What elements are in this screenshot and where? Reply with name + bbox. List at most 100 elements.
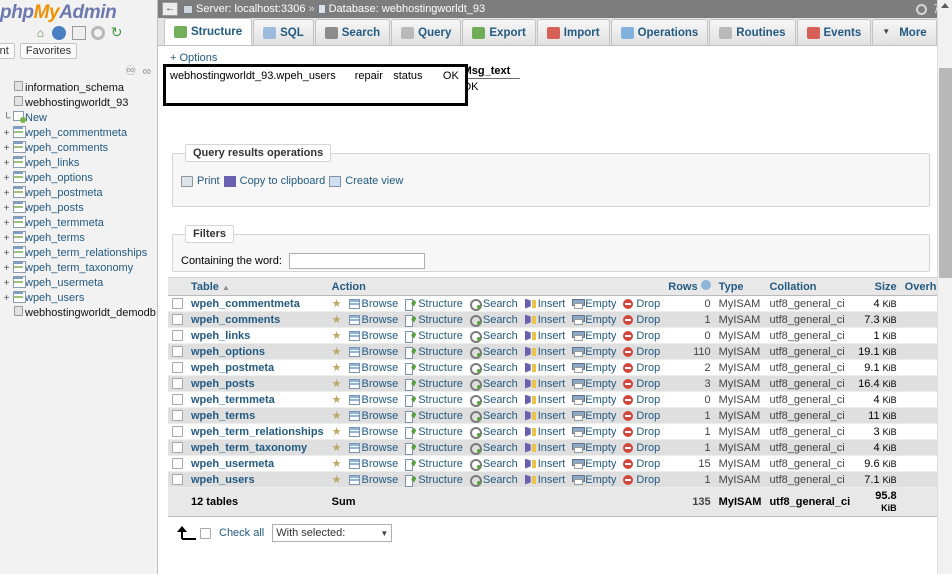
tab-sql[interactable]: SQL xyxy=(253,19,314,45)
favorite-star-icon[interactable]: ★ xyxy=(332,329,342,342)
action-search-link[interactable]: Search xyxy=(470,410,518,422)
action-insert-link[interactable]: Insert xyxy=(525,378,566,390)
nav-tree-item-wpeh_options[interactable]: +wpeh_options xyxy=(2,171,157,186)
row-checkbox[interactable] xyxy=(172,298,183,309)
action-insert-link[interactable]: Insert xyxy=(525,426,566,438)
row-table-name[interactable]: wpeh_links xyxy=(187,328,328,344)
row-table-name[interactable]: wpeh_terms xyxy=(187,408,328,424)
action-empty-link[interactable]: Empty xyxy=(572,458,616,470)
expand-icon[interactable]: + xyxy=(2,189,11,198)
action-structure-link[interactable]: Structure xyxy=(405,458,463,470)
row-table-name[interactable]: wpeh_postmeta xyxy=(187,360,328,376)
vertical-scrollbar[interactable] xyxy=(937,0,952,574)
settings-icon[interactable] xyxy=(91,26,105,40)
row-checkbox[interactable] xyxy=(172,458,183,469)
breadcrumb-database[interactable]: Database: webhostingworldt_93 xyxy=(329,3,486,15)
favorites-button[interactable]: Favorites xyxy=(20,43,77,59)
tab-query[interactable]: Query xyxy=(391,19,461,45)
action-empty-link[interactable]: Empty xyxy=(572,394,616,406)
action-structure-link[interactable]: Structure xyxy=(405,410,463,422)
nav-tree-item-wpeh_links[interactable]: +wpeh_links xyxy=(2,156,157,171)
action-empty-link[interactable]: Empty xyxy=(572,314,616,326)
row-checkbox[interactable] xyxy=(172,378,183,389)
action-search-link[interactable]: Search xyxy=(470,346,518,358)
action-drop-link[interactable]: Drop xyxy=(623,442,660,454)
recent-button[interactable]: cent xyxy=(0,43,15,59)
favorite-star-icon[interactable]: ★ xyxy=(332,297,342,310)
action-search-link[interactable]: Search xyxy=(470,426,518,438)
action-browse-link[interactable]: Browse xyxy=(349,474,399,486)
action-browse-link[interactable]: Browse xyxy=(349,426,399,438)
action-drop-link[interactable]: Drop xyxy=(623,458,660,470)
nav-tree-item-wpeh_terms[interactable]: +wpeh_terms xyxy=(2,231,157,246)
nav-tree-item-information_schema[interactable]: information_schema xyxy=(2,81,157,96)
action-drop-link[interactable]: Drop xyxy=(623,474,660,486)
containing-the-word-input[interactable] xyxy=(289,253,425,269)
row-table-name[interactable]: wpeh_term_relationships xyxy=(187,424,328,440)
toggle-links-icon[interactable]: ∞ xyxy=(142,64,151,78)
action-browse-link[interactable]: Browse xyxy=(349,410,399,422)
nav-tree-item-wpeh_postmeta[interactable]: +wpeh_postmeta xyxy=(2,186,157,201)
action-drop-link[interactable]: Drop xyxy=(623,298,660,310)
tab-more[interactable]: ▼More xyxy=(872,19,936,45)
expand-icon[interactable]: + xyxy=(2,264,11,273)
back-button[interactable]: ← xyxy=(162,2,178,16)
phpmyadmin-logo[interactable]: phpMyAdmin xyxy=(0,0,157,25)
row-checkbox[interactable] xyxy=(172,442,183,453)
tab-routines[interactable]: Routines xyxy=(709,19,795,45)
expand-icon[interactable]: + xyxy=(2,249,11,258)
action-structure-link[interactable]: Structure xyxy=(405,474,463,486)
action-structure-link[interactable]: Structure xyxy=(405,346,463,358)
action-search-link[interactable]: Search xyxy=(470,378,518,390)
action-empty-link[interactable]: Empty xyxy=(572,474,616,486)
nav-tree-item-wpeh_usermeta[interactable]: +wpeh_usermeta xyxy=(2,276,157,291)
reload-icon[interactable]: ↻ xyxy=(110,26,124,40)
action-drop-link[interactable]: Drop xyxy=(623,394,660,406)
breadcrumb-server[interactable]: Server: localhost:3306 xyxy=(196,3,305,15)
favorite-star-icon[interactable]: ★ xyxy=(332,393,342,406)
action-search-link[interactable]: Search xyxy=(470,298,518,310)
row-checkbox[interactable] xyxy=(172,394,183,405)
action-insert-link[interactable]: Insert xyxy=(525,346,566,358)
action-insert-link[interactable]: Insert xyxy=(525,298,566,310)
row-table-name[interactable]: wpeh_options xyxy=(187,344,328,360)
scrollbar-thumb[interactable] xyxy=(939,68,952,278)
action-empty-link[interactable]: Empty xyxy=(572,378,616,390)
action-structure-link[interactable]: Structure xyxy=(405,330,463,342)
action-insert-link[interactable]: Insert xyxy=(525,410,566,422)
action-empty-link[interactable]: Empty xyxy=(572,410,616,422)
favorite-star-icon[interactable]: ★ xyxy=(332,377,342,390)
tab-operations[interactable]: Operations xyxy=(611,19,709,45)
favorite-star-icon[interactable]: ★ xyxy=(332,425,342,438)
action-empty-link[interactable]: Empty xyxy=(572,442,616,454)
action-search-link[interactable]: Search xyxy=(470,362,518,374)
nav-tree-item-webhostingworldt_demodb[interactable]: webhostingworldt_demodb xyxy=(2,306,157,321)
row-checkbox[interactable] xyxy=(172,362,183,373)
action-empty-link[interactable]: Empty xyxy=(572,362,616,374)
action-browse-link[interactable]: Browse xyxy=(349,442,399,454)
pma-docs-icon[interactable] xyxy=(72,26,86,40)
expand-icon[interactable]: + xyxy=(2,144,11,153)
expand-icon[interactable]: + xyxy=(2,234,11,243)
options-toggle[interactable]: + Options xyxy=(170,52,952,64)
action-search-link[interactable]: Search xyxy=(470,394,518,406)
row-table-name[interactable]: wpeh_term_taxonomy xyxy=(187,440,328,456)
row-table-name[interactable]: wpeh_users xyxy=(187,472,328,488)
action-drop-link[interactable]: Drop xyxy=(623,378,660,390)
action-search-link[interactable]: Search xyxy=(470,474,518,486)
action-empty-link[interactable]: Empty xyxy=(572,330,616,342)
with-selected-dropdown[interactable]: With selected: ▼ xyxy=(272,524,392,542)
gear-icon[interactable] xyxy=(916,4,927,15)
copy-to-clipboard-link[interactable]: Copy to clipboard xyxy=(240,175,326,187)
col-table[interactable]: Table ▲ xyxy=(187,278,328,296)
documentation-icon[interactable] xyxy=(52,26,66,40)
nav-tree-item-New[interactable]: └New xyxy=(2,111,157,126)
nav-tree-item-wpeh_termmeta[interactable]: +wpeh_termmeta xyxy=(2,216,157,231)
row-checkbox[interactable] xyxy=(172,314,183,325)
create-view-link[interactable]: Create view xyxy=(345,175,403,187)
action-empty-link[interactable]: Empty xyxy=(572,426,616,438)
nav-tree-item-wpeh_term_relationships[interactable]: +wpeh_term_relationships xyxy=(2,246,157,261)
row-checkbox[interactable] xyxy=(172,426,183,437)
action-empty-link[interactable]: Empty xyxy=(572,346,616,358)
action-insert-link[interactable]: Insert xyxy=(525,458,566,470)
